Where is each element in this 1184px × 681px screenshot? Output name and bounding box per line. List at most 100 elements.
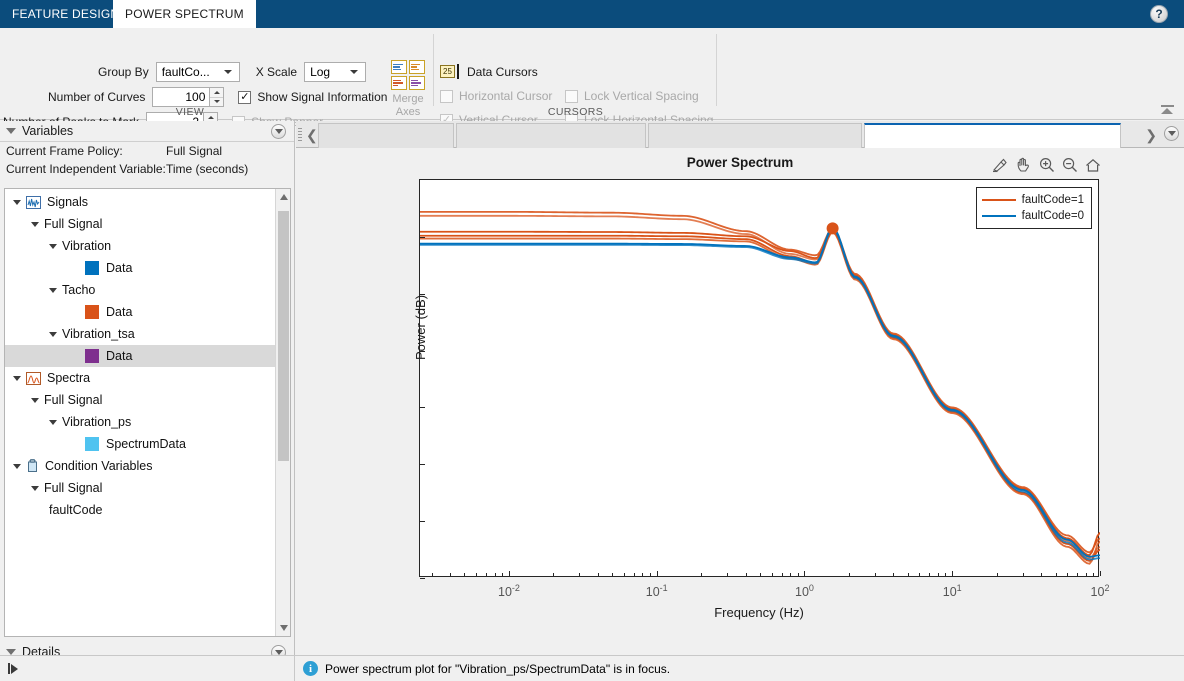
x-axis-minor-tick <box>1093 573 1095 576</box>
legend-label: faultCode=0 <box>1021 210 1084 222</box>
help-icon[interactable]: ? <box>1150 5 1168 23</box>
tree-node-faultcode[interactable]: faultCode <box>5 499 290 521</box>
x-axis-minor-tick <box>745 573 747 576</box>
tree-node-full-signal[interactable]: Full Signal <box>5 213 290 235</box>
document-options-icon[interactable] <box>1164 126 1179 141</box>
tree-node-tacho[interactable]: Tacho <box>5 279 290 301</box>
tree-twisty-icon[interactable] <box>31 485 39 491</box>
scrollbar-thumb[interactable] <box>278 211 289 461</box>
tree-node-full-signal[interactable]: Full Signal <box>5 477 290 499</box>
merge-axes-icon <box>391 60 425 90</box>
tree-node-spectra[interactable]: Spectra <box>5 367 290 389</box>
x-axis-minor-tick <box>642 573 644 576</box>
restore-view-home-icon[interactable] <box>1085 158 1101 173</box>
variables-tree-scrollbar[interactable] <box>275 189 290 636</box>
x-axis-minor-tick <box>874 573 876 576</box>
x-axis-minor-tick <box>848 573 850 576</box>
tree-twisty-icon[interactable] <box>49 419 57 425</box>
tree-twisty-icon[interactable] <box>49 243 57 249</box>
apptab-power-spectrum-label: POWER SPECTRUM <box>125 7 244 21</box>
collapse-triangle-icon[interactable] <box>6 128 16 134</box>
tree-node-vibration-ps[interactable]: Vibration_ps <box>5 411 290 433</box>
merge-axes-label-line2: Axes <box>395 106 421 118</box>
tree-twisty-icon[interactable] <box>13 199 21 205</box>
scroll-down-arrow-icon[interactable] <box>276 620 290 636</box>
tree-twisty-icon[interactable] <box>13 463 21 469</box>
tree-twisty-icon[interactable] <box>49 287 57 293</box>
x-axis-minor-tick <box>790 573 792 576</box>
tree-node-vibration[interactable]: Vibration <box>5 235 290 257</box>
tree-node-label: Vibration_ps <box>62 415 132 429</box>
group-by-combobox[interactable]: faultCo... <box>155 62 240 82</box>
data-cursors-button[interactable]: 25 Data Cursors <box>440 64 538 79</box>
chevron-down-icon <box>350 70 359 74</box>
x-axis-minor-tick <box>633 573 635 576</box>
zoom-in-icon[interactable] <box>1039 157 1055 173</box>
brush-data-tips-icon[interactable] <box>992 158 1009 173</box>
tree-node-full-signal[interactable]: Full Signal <box>5 389 290 411</box>
x-axis-minor-tick <box>486 573 488 576</box>
tree-node-label: Full Signal <box>44 481 103 495</box>
x-axis-tick-mark <box>508 571 510 576</box>
pan-icon[interactable] <box>1016 157 1032 173</box>
info-icon: i <box>303 661 318 676</box>
tree-node-label: Data <box>106 261 133 275</box>
number-of-curves-input[interactable]: 100 <box>152 87 211 107</box>
spectrum-curve <box>420 231 1100 565</box>
apptab-power-spectrum[interactable]: POWER SPECTRUM <box>113 0 256 28</box>
tree-node-label: Tacho <box>62 283 96 297</box>
tab-scroll-right-icon[interactable]: ❯ <box>1145 127 1157 144</box>
variables-panel-title: Variables <box>22 124 74 138</box>
tree-twisty-icon[interactable] <box>13 375 21 381</box>
document-tab-1[interactable] <box>456 123 646 148</box>
number-of-curves-row: Number of Curves 100 ✓ Show Signal Infor… <box>48 87 387 107</box>
current-independent-variable-value: Time (seconds) <box>166 162 249 176</box>
x-axis-minor-tick <box>929 573 931 576</box>
x-axis-label: Frequency (Hz) <box>714 605 804 620</box>
spectra-icon <box>26 371 41 385</box>
number-of-curves-stepper[interactable] <box>210 87 225 107</box>
zoom-out-icon[interactable] <box>1062 157 1078 173</box>
document-tab-0[interactable] <box>318 123 454 148</box>
x-axis-minor-tick <box>649 573 651 576</box>
x-axis-minor-tick <box>1077 573 1079 576</box>
x-scale-combobox[interactable]: Log <box>304 62 367 82</box>
collapse-ribbon-button[interactable] <box>1158 101 1176 117</box>
tree-node-signals[interactable]: Signals <box>5 191 290 213</box>
tree-node-data[interactable]: Data <box>5 301 290 323</box>
show-signal-information-checkbox[interactable]: ✓ Show Signal Information <box>238 90 387 104</box>
chart-legend[interactable]: faultCode=1 faultCode=0 <box>975 187 1092 229</box>
y-axis-tick-mark <box>420 578 425 579</box>
y-axis-tick-mark <box>420 293 425 295</box>
x-axis-minor-tick <box>597 573 599 576</box>
y-axis-tick-mark <box>420 464 425 466</box>
tree-node-condition-variables[interactable]: Condition Variables <box>5 455 290 477</box>
tree-twisty-icon[interactable] <box>31 397 39 403</box>
tree-color-swatch <box>85 305 99 319</box>
tree-node-data[interactable]: Data <box>5 345 290 367</box>
spectrum-curve <box>420 226 1100 558</box>
document-tab-3[interactable] <box>864 123 1121 148</box>
cursor-bar-icon <box>457 64 459 79</box>
peak-marker[interactable] <box>826 222 839 235</box>
stepper-down-icon[interactable] <box>210 98 223 107</box>
tree-node-data[interactable]: Data <box>5 257 290 279</box>
tab-scroll-left-icon[interactable]: ❮ <box>306 127 318 144</box>
scroll-up-arrow-icon[interactable] <box>276 189 290 205</box>
power-spectrum-axes[interactable]: Power (dB) 10-2 10-1 100 101 102 Frequency (… <box>413 179 1109 620</box>
tabstrip-grip-icon[interactable] <box>298 128 302 142</box>
condvar-icon <box>26 459 39 473</box>
number-of-curves-label: Number of Curves <box>48 90 146 104</box>
checkbox-box <box>565 89 578 103</box>
document-tab-2[interactable] <box>648 123 862 148</box>
tree-node-spectrumdata[interactable]: SpectrumData <box>5 433 290 455</box>
horizontal-cursor-checkbox: Horizontal Cursor <box>440 89 552 103</box>
go-to-start-icon[interactable] <box>8 663 18 674</box>
ribbon-divider <box>433 34 434 106</box>
tree-twisty-icon[interactable] <box>31 221 39 227</box>
tree-twisty-icon[interactable] <box>49 331 57 337</box>
variables-tree[interactable]: Signals Full Signal Vibration Data Tacho Data… <box>4 188 291 637</box>
variables-panel-options-icon[interactable] <box>271 124 286 139</box>
tree-node-vibration-tsa[interactable]: Vibration_tsa <box>5 323 290 345</box>
stepper-up-icon[interactable] <box>210 88 224 98</box>
